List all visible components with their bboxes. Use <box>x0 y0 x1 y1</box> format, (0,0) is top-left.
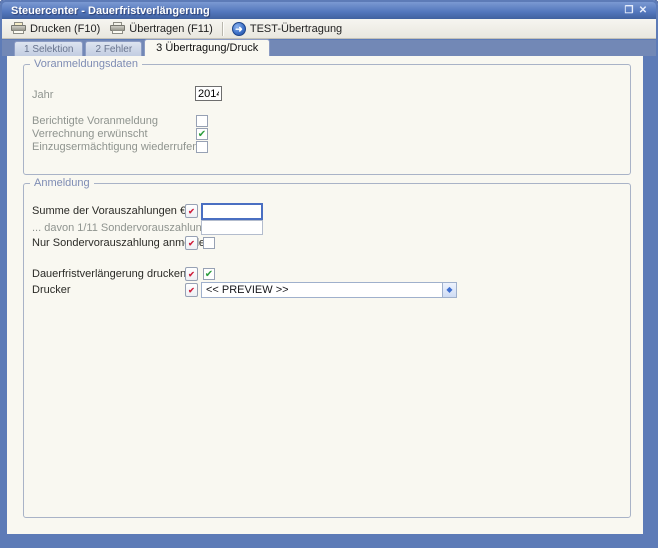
restore-icon[interactable]: ❐ <box>622 5 636 16</box>
printer-transfer-icon <box>110 22 125 35</box>
einzugsermaechtigung-checkbox[interactable]: ✔ <box>196 141 208 153</box>
window-title: Steuercenter - Dauerfristverlängerung <box>11 5 622 17</box>
test-uebertragung-button-label: TEST-Übertragung <box>250 23 342 35</box>
printer-icon <box>11 22 26 35</box>
verrechnung-erwuenscht-checkbox[interactable]: ✔ <box>196 128 208 140</box>
summe-vorauszahlungen-input[interactable] <box>201 203 263 220</box>
tab-selektion[interactable]: 1 Selektion <box>14 41 83 56</box>
blue-arrow-icon: ➜ <box>232 22 246 36</box>
summe-vorauszahlungen-label: Summe der Vorauszahlungen € <box>32 205 186 217</box>
toolbar-separator <box>222 22 223 36</box>
uebertragen-button[interactable]: Übertragen (F11) <box>105 20 218 38</box>
verrechnung-erwuenscht-label: Verrechnung erwünscht <box>32 128 148 140</box>
app-window: Steuercenter - Dauerfristverlängerung ❐ … <box>0 0 658 548</box>
tab-uebertragung-druck[interactable]: 3 Übertragung/Druck <box>144 39 270 56</box>
group-voranmeldungsdaten: Voranmeldungsdaten Jahr Berichtigte Vora… <box>23 64 631 175</box>
toolbar: Drucken (F10) Übertragen (F11) ➜ TEST-Üb… <box>2 19 656 39</box>
dauerfrist-drucken-checkbox[interactable]: ✔ <box>203 268 215 280</box>
group-voranmeldungsdaten-title: Voranmeldungsdaten <box>30 58 142 70</box>
drucker-dropdown[interactable]: << PREVIEW >> ◆ <box>201 282 457 298</box>
berichtigte-voranmeldung-label: Berichtigte Voranmeldung <box>32 115 158 127</box>
tab-fehler[interactable]: 2 Fehler <box>85 41 142 56</box>
field-status-check-icon[interactable]: ✔ <box>185 236 198 250</box>
title-bar: Steuercenter - Dauerfristverlängerung ❐ … <box>2 2 656 19</box>
test-uebertragung-button[interactable]: ➜ TEST-Übertragung <box>227 20 347 38</box>
jahr-input[interactable] <box>195 86 222 101</box>
field-status-check-icon[interactable]: ✔ <box>185 267 198 281</box>
uebertragen-button-label: Übertragen (F11) <box>129 23 213 35</box>
tab-page: Voranmeldungsdaten Jahr Berichtigte Vora… <box>7 56 643 534</box>
tab-strip: 1 Selektion 2 Fehler 3 Übertragung/Druck <box>2 40 656 56</box>
drucker-label: Drucker <box>32 284 71 296</box>
nur-sondervorauszahlung-checkbox[interactable]: ✔ <box>203 237 215 249</box>
group-anmeldung: Anmeldung Summe der Vorauszahlungen € ✔ … <box>23 183 631 518</box>
drucken-button-label: Drucken (F10) <box>30 23 100 35</box>
dropdown-arrow-icon[interactable]: ◆ <box>442 283 456 297</box>
group-anmeldung-title: Anmeldung <box>30 177 94 189</box>
davon-sondervorauszahlung-input[interactable] <box>201 220 263 235</box>
dauerfrist-drucken-label: Dauerfristverlängerung drucken <box>32 268 186 280</box>
drucker-dropdown-value: << PREVIEW >> <box>202 284 442 296</box>
berichtigte-voranmeldung-checkbox[interactable]: ✔ <box>196 115 208 127</box>
jahr-label: Jahr <box>32 89 53 101</box>
field-status-check-icon[interactable]: ✔ <box>185 283 198 297</box>
drucken-button[interactable]: Drucken (F10) <box>6 20 105 38</box>
einzugsermaechtigung-label: Einzugsermächtigung wiederrufen <box>32 141 198 153</box>
field-status-check-icon[interactable]: ✔ <box>185 204 198 218</box>
davon-sondervorauszahlung-label: ... davon 1/11 Sondervorauszahlung <box>32 222 208 234</box>
close-icon[interactable]: ✕ <box>636 5 650 16</box>
